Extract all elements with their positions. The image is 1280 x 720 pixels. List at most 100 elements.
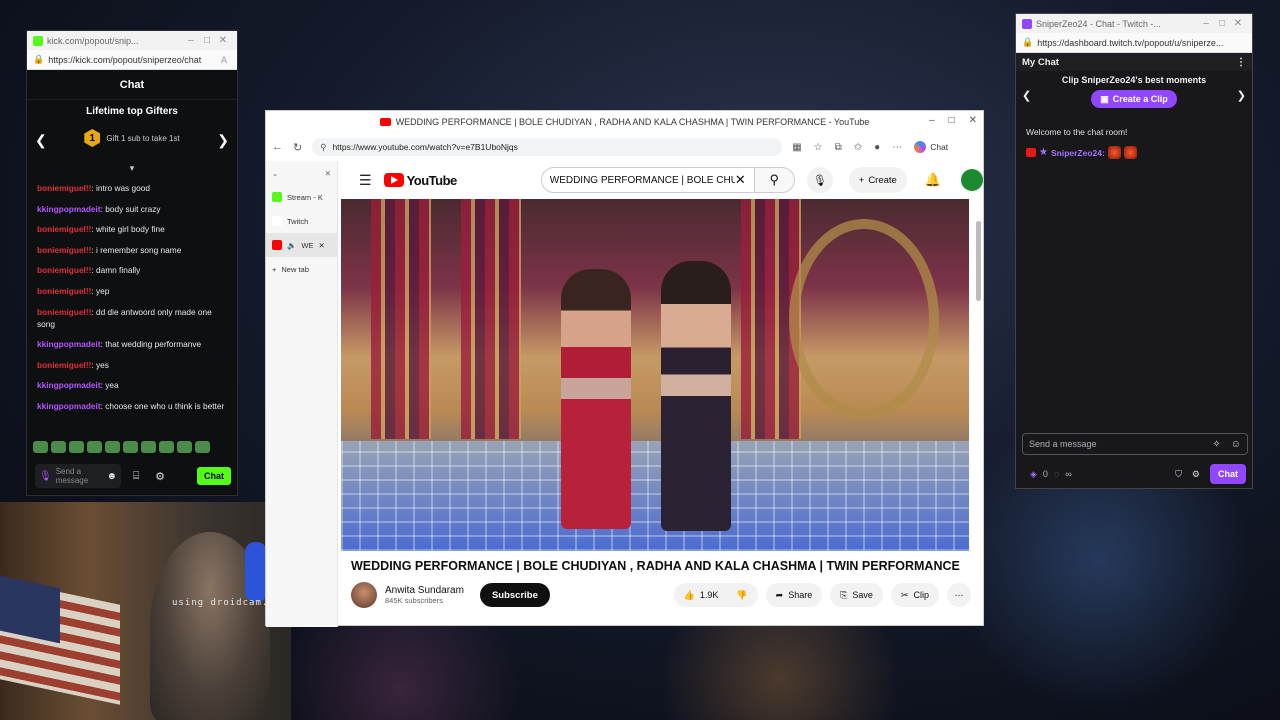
- read-aloud-icon[interactable]: A: [221, 55, 227, 65]
- emote-icon[interactable]: [51, 441, 66, 453]
- tab-twitch[interactable]: Twitch: [266, 209, 337, 233]
- emote-icon[interactable]: [105, 441, 120, 453]
- tab-collapse[interactable]: ⌄ ✕: [266, 161, 337, 185]
- emote-icon[interactable]: [177, 441, 192, 453]
- twitch-message-input[interactable]: Send a message ✧ ☺: [1022, 433, 1248, 455]
- copilot-button[interactable]: Chat: [914, 141, 948, 153]
- emoji-icon[interactable]: ☺: [1231, 439, 1241, 450]
- twitch-chat-button[interactable]: Chat: [1210, 464, 1246, 484]
- chat-username[interactable]: SniperZeo24:: [1051, 148, 1105, 158]
- save-button[interactable]: ⎘ Save: [830, 583, 883, 607]
- chat-message: boniemiguel!!: dd die antwoord only made…: [37, 306, 212, 329]
- minimize-icon[interactable]: –: [1198, 18, 1214, 29]
- twitch-chat-header: My Chat ⋮: [1016, 53, 1252, 71]
- notifications-bell-icon[interactable]: 🔔: [925, 172, 941, 188]
- emote-icon[interactable]: [33, 441, 48, 453]
- tab-new[interactable]: + New tab: [266, 257, 337, 281]
- dislike-button[interactable]: 👎: [726, 583, 758, 607]
- stage-ornament: [789, 219, 939, 419]
- kick-chat-button[interactable]: Chat: [197, 467, 231, 485]
- tab-youtube[interactable]: 🔈 WE ✕: [266, 233, 337, 257]
- voice-search-icon[interactable]: 🎙: [806, 167, 833, 193]
- bookmark-icon: ⎘: [840, 589, 848, 600]
- address-bar[interactable]: ⚲ https://www.youtube.com/watch?v=e7B1Ub…: [312, 138, 783, 156]
- more-options-icon[interactable]: ⋮: [1236, 57, 1246, 68]
- minimize-icon[interactable]: –: [929, 115, 935, 126]
- twitch-url-bar[interactable]: 🔒 https://dashboard.twitch.tv/popout/u/s…: [1016, 33, 1252, 53]
- subscribe-button[interactable]: Subscribe: [479, 583, 550, 607]
- site-info-icon[interactable]: ⚲: [320, 142, 326, 153]
- chevron-left-icon[interactable]: ❮: [1022, 89, 1031, 102]
- more-icon[interactable]: ⋯: [892, 142, 902, 153]
- menu-icon[interactable]: ☰: [359, 172, 372, 189]
- kick-favicon-icon: [272, 192, 282, 202]
- like-button[interactable]: 👍 1.9K: [673, 583, 727, 607]
- maximize-icon[interactable]: □: [949, 115, 955, 126]
- chevron-left-icon[interactable]: ❮: [35, 132, 47, 149]
- more-actions-icon[interactable]: ⋯: [947, 583, 971, 607]
- back-icon[interactable]: ←: [272, 141, 283, 153]
- profile-icon[interactable]: ●: [874, 142, 880, 153]
- scrollbar[interactable]: [976, 221, 981, 301]
- twitch-chat-window: SniperZeo24 - Chat - Twitch -... – □ ✕ 🔒…: [1015, 13, 1253, 489]
- emote-icon[interactable]: [123, 441, 138, 453]
- clear-search-icon[interactable]: ✕: [735, 172, 746, 188]
- emote-icon[interactable]: [69, 441, 84, 453]
- create-clip-button[interactable]: ▣ Create a Clip: [1091, 90, 1177, 108]
- close-icon[interactable]: ✕: [215, 35, 231, 46]
- settings-icon[interactable]: ⚙: [1192, 469, 1200, 480]
- favorite-star-icon[interactable]: ☆: [814, 142, 823, 153]
- gift-icon[interactable]: ⌸: [127, 470, 145, 483]
- favorites-icon[interactable]: ✩: [854, 142, 862, 153]
- maximize-icon[interactable]: □: [199, 35, 215, 46]
- lock-icon: 🔒: [33, 54, 45, 64]
- emote-icon[interactable]: [141, 441, 156, 453]
- kick-url-bar[interactable]: 🔒 https://kick.com/popout/sniperzeo/chat…: [27, 50, 237, 70]
- kick-titlebar: kick.com/popout/snip... – □ ✕: [27, 31, 237, 50]
- reader-icon[interactable]: ▦: [792, 142, 801, 153]
- youtube-logo[interactable]: YouTube: [383, 173, 457, 188]
- clip-button[interactable]: ✂ Clip: [890, 583, 939, 607]
- chevron-right-icon[interactable]: ❯: [217, 132, 229, 149]
- speaker-icon[interactable]: 🔈: [287, 241, 296, 250]
- close-tab-icon[interactable]: ✕: [318, 241, 324, 250]
- points-icon[interactable]: ◈: [1030, 469, 1037, 480]
- emote-bar: [33, 441, 210, 453]
- broadcaster-badge-icon: [1026, 148, 1036, 157]
- mic-icon[interactable]: 🎙: [39, 471, 52, 482]
- twitch-favicon-icon: [1022, 18, 1032, 29]
- emote-icon[interactable]: [159, 441, 174, 453]
- channel-avatar[interactable]: [351, 582, 377, 608]
- curtain-decor: [371, 199, 431, 439]
- settings-icon[interactable]: ⚙: [151, 470, 169, 483]
- search-icon[interactable]: ⚲: [754, 167, 795, 193]
- chat-message: boniemiguel!!: damn finally: [37, 265, 141, 276]
- create-button[interactable]: + Create: [848, 167, 907, 193]
- kick-message-input[interactable]: 🎙 Send a message ☻: [35, 464, 121, 488]
- refresh-icon[interactable]: ↻: [293, 141, 302, 154]
- channel-name[interactable]: Anwita Sundaram: [385, 585, 464, 596]
- emote-icon[interactable]: [87, 441, 102, 453]
- pin-icon[interactable]: ✕: [325, 169, 331, 178]
- lock-icon: 🔒: [1022, 37, 1034, 47]
- tab-stream[interactable]: Stream - K: [266, 185, 337, 209]
- minimize-icon[interactable]: –: [183, 35, 199, 46]
- share-button[interactable]: ➦ Share: [765, 583, 823, 607]
- webcam-overlay: using droidcam.ap: [0, 502, 291, 720]
- loading-icon: ◌: [1053, 469, 1060, 479]
- collapse-icon[interactable]: ▾: [27, 163, 237, 174]
- maximize-icon[interactable]: □: [1214, 18, 1230, 29]
- chevron-right-icon[interactable]: ❯: [1237, 89, 1246, 102]
- vertical-tab-bar: ⌄ ✕ Stream - K Twitch 🔈 WE ✕ + New tab: [266, 161, 338, 627]
- chevron-down-icon[interactable]: ⌄: [272, 169, 278, 178]
- extensions-icon[interactable]: ⧉: [835, 142, 842, 153]
- close-icon[interactable]: ✕: [969, 115, 977, 126]
- magic-icon[interactable]: ✧: [1212, 439, 1220, 450]
- emoji-icon[interactable]: ☻: [106, 471, 117, 482]
- video-player[interactable]: [341, 199, 969, 551]
- emote-icon[interactable]: [195, 441, 210, 453]
- account-avatar[interactable]: [961, 169, 984, 191]
- search-input[interactable]: WEDDING PERFORMANCE | BOLE CHU ✕: [540, 167, 755, 193]
- shield-icon[interactable]: ⛉: [1175, 469, 1182, 480]
- close-icon[interactable]: ✕: [1230, 18, 1246, 29]
